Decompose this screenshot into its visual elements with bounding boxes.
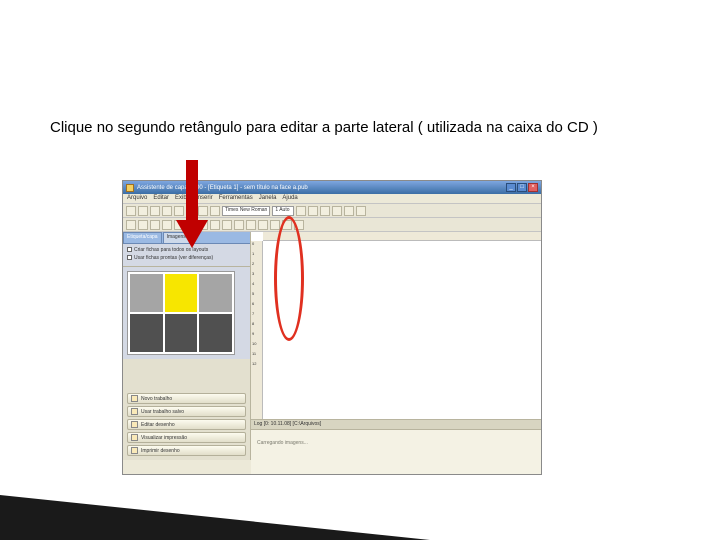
toolbar-button[interactable]: [332, 206, 342, 216]
task-buttons: Novo trabalho Usar trabalho salvo Editar…: [123, 389, 250, 460]
sidebar-panel: Etiqueta/capa Imagens Criar fichas para …: [123, 232, 251, 460]
toolbar-button[interactable]: [162, 220, 172, 230]
task-label: Visualizar impressão: [141, 435, 187, 441]
print-icon: [131, 447, 138, 454]
log-message: Carregando imagens...: [251, 430, 541, 456]
task-label: Imprimir desenho: [141, 448, 180, 454]
task-new[interactable]: Novo trabalho: [127, 393, 246, 404]
document-page[interactable]: [271, 244, 501, 384]
toolbar-button[interactable]: [222, 220, 232, 230]
font-select[interactable]: Times New Roman: [222, 206, 270, 216]
app-icon: [126, 184, 134, 192]
tab-label-cover[interactable]: Etiqueta/capa: [123, 232, 162, 243]
task-label: Usar trabalho salvo: [141, 409, 184, 415]
instruction-text: Clique no segundo retângulo para editar …: [50, 118, 670, 138]
toolbar-button[interactable]: [356, 206, 366, 216]
toolbar-button[interactable]: [270, 220, 280, 230]
layout-rect-4[interactable]: [130, 314, 163, 352]
vertical-ruler: 012 345 678 91011 12: [251, 241, 263, 448]
task-edit[interactable]: Editar desenho: [127, 419, 246, 430]
maximize-button[interactable]: □: [517, 183, 527, 192]
toolbar-button[interactable]: [344, 206, 354, 216]
menu-item[interactable]: Ferramentas: [219, 195, 253, 202]
layout-rect-5[interactable]: [165, 314, 198, 352]
layout-rect-2-selected[interactable]: [165, 274, 198, 312]
menu-item[interactable]: Janela: [259, 195, 277, 202]
task-open[interactable]: Usar trabalho salvo: [127, 406, 246, 417]
toolbar-button[interactable]: [138, 220, 148, 230]
task-preview[interactable]: Visualizar impressão: [127, 432, 246, 443]
layout-rect-3[interactable]: [199, 274, 232, 312]
toolbar-button[interactable]: [150, 220, 160, 230]
toolbar-button[interactable]: [234, 220, 244, 230]
checkbox-icon[interactable]: [127, 247, 132, 252]
size-select[interactable]: 1 Auto: [272, 206, 294, 216]
log-panel: Log [0: 10.11.08] [C:\Arquivos] Carregan…: [251, 419, 541, 474]
edit-icon: [131, 421, 138, 428]
layout-rect-1[interactable]: [130, 274, 163, 312]
close-button[interactable]: ×: [528, 183, 538, 192]
toolbar-button[interactable]: [258, 220, 268, 230]
folder-icon: [131, 408, 138, 415]
checkbox-icon[interactable]: [127, 255, 132, 260]
window-title: Assistente de capa 2000 - [Etiqueta 1] -…: [137, 185, 308, 191]
toolbar-button[interactable]: [126, 206, 136, 216]
log-header: Log [0: 10.11.08] [C:\Arquivos]: [251, 420, 541, 430]
red-arrow-annotation: [180, 160, 204, 250]
toolbar-button[interactable]: [210, 220, 220, 230]
slide-decoration-black: [0, 495, 430, 540]
toolbar-button[interactable]: [246, 220, 256, 230]
horizontal-ruler: [263, 232, 541, 241]
layout-thumbnails: [123, 267, 250, 359]
toolbar-button[interactable]: [296, 206, 306, 216]
minimize-button[interactable]: _: [506, 183, 516, 192]
toolbar-button[interactable]: [308, 206, 318, 216]
doc-icon: [131, 395, 138, 402]
menu-item[interactable]: Ajuda: [282, 195, 297, 202]
toolbar-button[interactable]: [320, 206, 330, 216]
red-ellipse-annotation: [274, 216, 304, 341]
toolbar-button[interactable]: [210, 206, 220, 216]
toolbar-button[interactable]: [126, 220, 136, 230]
layout-rect-6[interactable]: [199, 314, 232, 352]
menu-item[interactable]: Arquivo: [127, 195, 147, 202]
task-label: Editar desenho: [141, 422, 175, 428]
preview-icon: [131, 434, 138, 441]
menu-item[interactable]: Editar: [153, 195, 169, 202]
task-label: Novo trabalho: [141, 396, 172, 402]
option-label: Usar fichas prontas (ver diferenças): [134, 255, 213, 261]
toolbar-button[interactable]: [138, 206, 148, 216]
toolbar-button[interactable]: [162, 206, 172, 216]
toolbar-button[interactable]: [150, 206, 160, 216]
task-print[interactable]: Imprimir desenho: [127, 445, 246, 456]
